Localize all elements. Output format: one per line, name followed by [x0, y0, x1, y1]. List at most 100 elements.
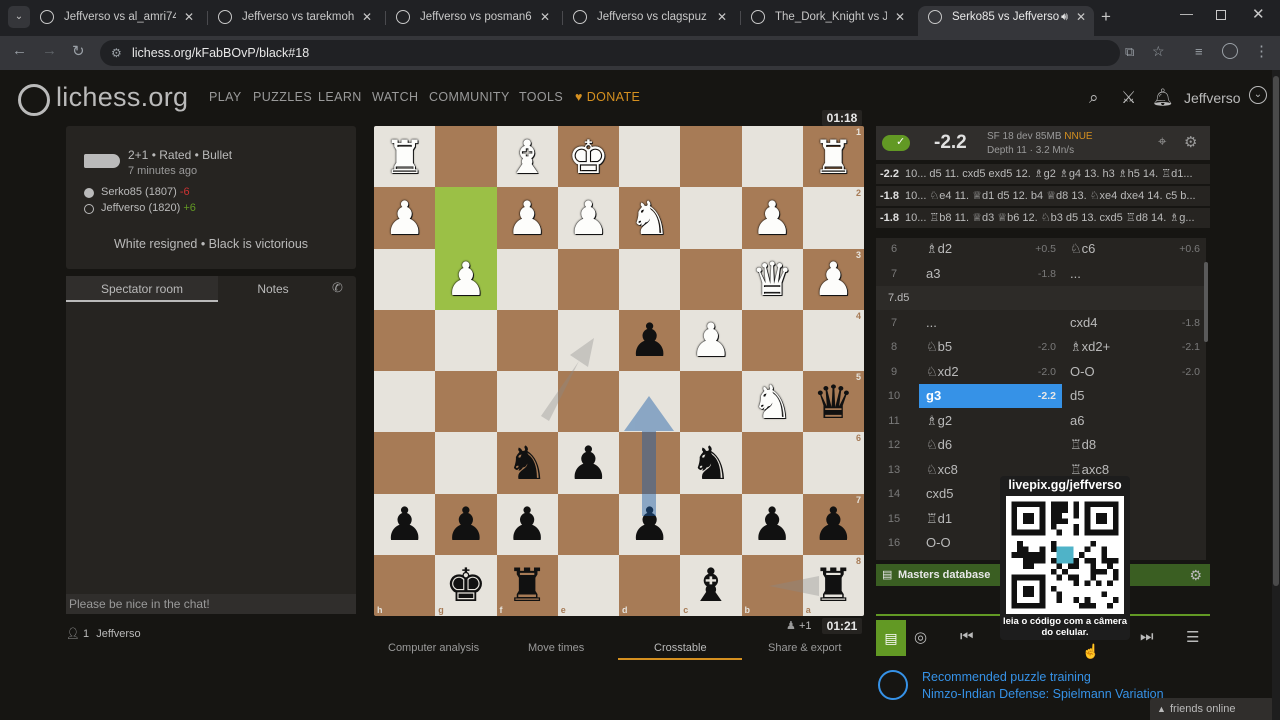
board-square[interactable]	[557, 371, 619, 433]
board-square[interactable]: ♟	[741, 187, 803, 249]
board-square[interactable]: e	[557, 554, 619, 616]
black-pawn-piece[interactable]: ♟	[752, 501, 793, 547]
browser-tab[interactable]: Jeffverso vs tarekmohame ✕	[208, 6, 380, 36]
board-square[interactable]: ♟	[496, 187, 558, 249]
black-knight-piece[interactable]: ♞	[507, 440, 548, 486]
menu-icon[interactable]: ☰	[1186, 628, 1199, 646]
board-square[interactable]	[619, 371, 681, 433]
browser-menu-icon[interactable]: ⋮	[1254, 42, 1269, 60]
phone-icon[interactable]: ✆	[332, 280, 343, 296]
user-menu[interactable]: Jeffverso	[1184, 90, 1241, 106]
black-move[interactable]: ♗xd2+ -2.1	[1063, 335, 1206, 359]
board-square[interactable]: ♟	[557, 432, 619, 494]
white-king-piece[interactable]: ♚	[568, 134, 609, 180]
tab-computer-analysis[interactable]: Computer analysis	[388, 642, 479, 654]
board-square[interactable]: ♞	[680, 432, 742, 494]
tab-close-icon[interactable]: ✕	[1076, 6, 1086, 28]
restore-button[interactable]	[1216, 10, 1226, 20]
black-pawn-piece[interactable]: ♟	[813, 501, 854, 547]
browser-tab[interactable]: Serko85 vs Jeffverso - 🔊︎ ✕	[918, 6, 1094, 36]
lichess-logo[interactable]: lichess.org	[18, 82, 188, 116]
close-window-button[interactable]: ✕	[1252, 5, 1265, 23]
tab-close-icon[interactable]: ✕	[184, 6, 194, 28]
white-pawn-piece[interactable]: ♟	[752, 195, 793, 241]
board-square[interactable]	[435, 432, 497, 494]
white-knight-piece[interactable]: ♞	[629, 195, 670, 241]
board-square[interactable]: ♟	[741, 493, 803, 555]
board-square[interactable]: ♜ 8 a	[802, 554, 864, 616]
white-move[interactable]: ...	[919, 311, 1062, 335]
nav-puzzles[interactable]: PUZZLES	[253, 90, 312, 104]
board-square[interactable]: ♟	[557, 187, 619, 249]
board-square[interactable]: ♞	[619, 187, 681, 249]
swords-icon[interactable]: ⚔	[1121, 88, 1136, 108]
nav-watch[interactable]: WATCH	[372, 90, 418, 104]
board-square[interactable]	[496, 248, 558, 310]
puzzle-subtitle[interactable]: Nimzo-Indian Defense: Spielmann Variatio…	[922, 687, 1164, 701]
board-square[interactable]: ♟	[619, 493, 681, 555]
forward-arrow-icon[interactable]: →	[42, 42, 57, 59]
bookmark-star-icon[interactable]: ☆	[1152, 43, 1165, 60]
board-square[interactable]	[741, 126, 803, 188]
board-square[interactable]	[435, 126, 497, 188]
white-move[interactable]: ♘d6	[919, 433, 1062, 457]
board-square[interactable]: ♟	[435, 248, 497, 310]
browser-tab[interactable]: Jeffverso vs al_amri74 - Ita ✕	[30, 6, 202, 36]
board-square[interactable]: ♟ 7	[802, 493, 864, 555]
profile-icon[interactable]	[1222, 43, 1238, 59]
board-square[interactable]: h	[374, 554, 436, 616]
white-move[interactable]: ♘xd2 -2.0	[919, 360, 1062, 384]
nav-play[interactable]: PLAY	[209, 90, 242, 104]
white-pawn-piece[interactable]: ♟	[384, 195, 425, 241]
browser-tab[interactable]: The_Dork_Knight vs Jeffver ✕	[741, 6, 913, 36]
page-scrollbar[interactable]	[1272, 70, 1280, 720]
black-move[interactable]: O-O -2.0	[1063, 360, 1206, 384]
board-square[interactable]: ♟	[680, 309, 742, 371]
board-square[interactable]	[680, 493, 742, 555]
board-square[interactable]: b	[741, 554, 803, 616]
white-pawn-piece[interactable]: ♟	[568, 195, 609, 241]
black-move[interactable]: ♘c6 +0.6	[1063, 238, 1206, 261]
board-square[interactable]	[557, 309, 619, 371]
board-square[interactable]	[680, 126, 742, 188]
board-square[interactable]: ♟	[435, 493, 497, 555]
black-bishop-piece[interactable]: ♝	[690, 562, 731, 608]
board-square[interactable]	[557, 248, 619, 310]
user-chevron-icon[interactable]: ⌄	[1249, 86, 1267, 104]
black-pawn-piece[interactable]: ♟	[629, 317, 670, 363]
settings-gear-icon[interactable]: ⚙	[1184, 133, 1197, 151]
last-move-icon[interactable]: ⏭	[1140, 628, 1154, 645]
white-knight-piece[interactable]: ♞	[752, 379, 793, 425]
board-square[interactable]	[557, 493, 619, 555]
install-app-icon[interactable]: ⧉	[1125, 44, 1134, 60]
board-square[interactable]: ♛	[741, 248, 803, 310]
white-pawn-piece[interactable]: ♟	[690, 317, 731, 363]
tab-search-chevron-icon[interactable]: ⌄	[8, 6, 30, 28]
reload-icon[interactable]: ↻	[72, 42, 85, 60]
board-square[interactable]	[374, 432, 436, 494]
board-square[interactable]	[619, 126, 681, 188]
board-square[interactable]: 6	[802, 432, 864, 494]
pv-line-1[interactable]: -2.2 10... d5 11. cxd5 exd5 12. ♗g2 ♗g4 1…	[876, 164, 1210, 184]
board-square[interactable]: ♚ g	[435, 554, 497, 616]
black-player[interactable]: Jeffverso (1820) +6	[101, 202, 196, 214]
board-square[interactable]	[435, 371, 497, 433]
white-player[interactable]: Serko85 (1807) -6	[101, 186, 190, 198]
board-square[interactable]: 2	[802, 187, 864, 249]
nav-tools[interactable]: TOOLS	[519, 90, 563, 104]
black-move[interactable]: ♖d8	[1063, 433, 1206, 457]
black-move[interactable]: a6	[1063, 409, 1206, 433]
reading-list-icon[interactable]: ≡	[1195, 44, 1203, 59]
back-arrow-icon[interactable]: ←	[12, 42, 27, 59]
white-queen-piece[interactable]: ♛	[752, 256, 793, 302]
variation-label[interactable]: 7.d5	[888, 286, 909, 310]
board-square[interactable]: ♟	[496, 493, 558, 555]
black-pawn-piece[interactable]: ♟	[384, 501, 425, 547]
board-square[interactable]	[680, 187, 742, 249]
tab-move-times[interactable]: Move times	[528, 642, 584, 654]
tab-close-icon[interactable]: ✕	[717, 6, 727, 28]
white-rook-piece[interactable]: ♜	[384, 134, 425, 180]
board-square[interactable]	[374, 371, 436, 433]
board-square[interactable]	[619, 248, 681, 310]
new-tab-button[interactable]: +	[1101, 7, 1111, 27]
